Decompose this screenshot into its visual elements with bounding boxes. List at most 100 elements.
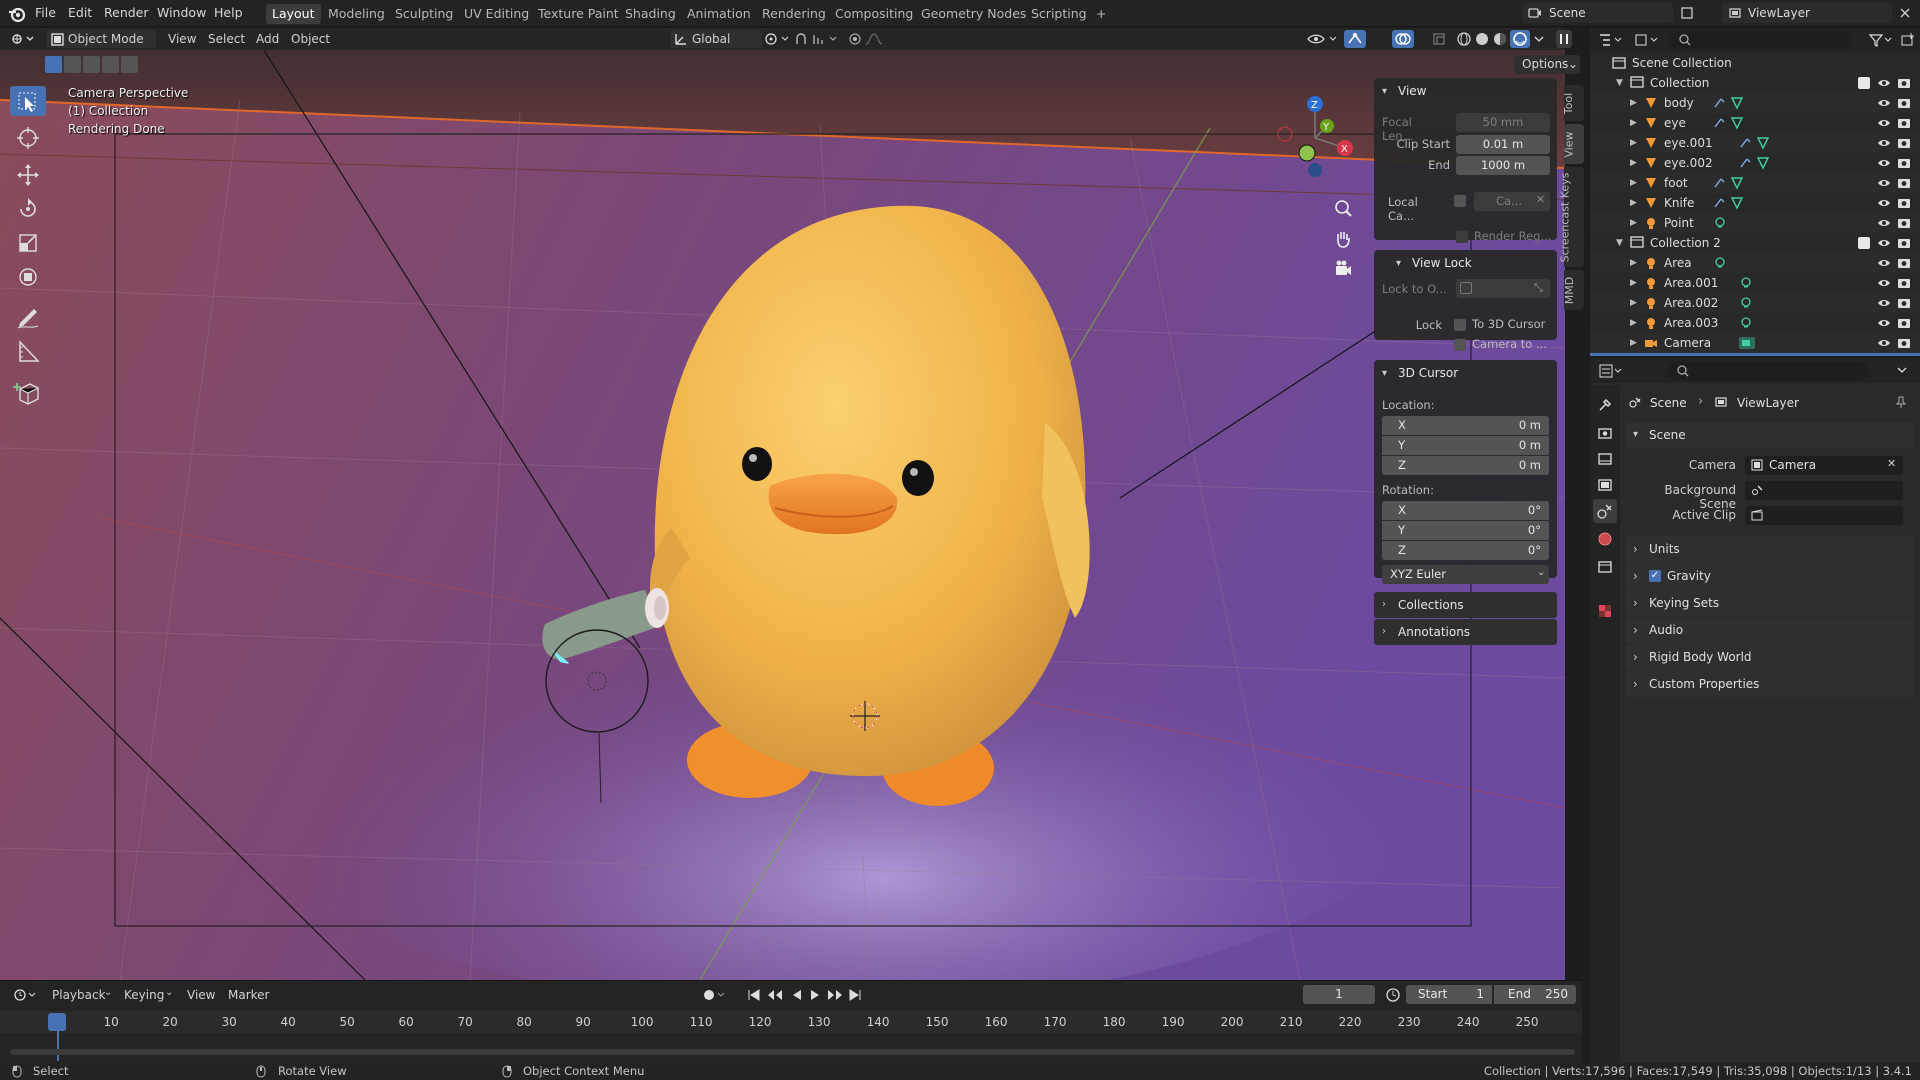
tab-uv-editing[interactable]: UV Editing — [458, 4, 535, 24]
cursor-rotation-z[interactable]: Z 0° — [1382, 541, 1549, 560]
eye-icon[interactable] — [1877, 336, 1891, 350]
eye-icon[interactable] — [1877, 116, 1891, 130]
menu-keying[interactable]: Keying — [124, 988, 164, 1002]
timeline-scrollbar[interactable] — [10, 1049, 1575, 1055]
world-properties-icon[interactable] — [1597, 531, 1613, 547]
tab-scripting[interactable]: Scripting — [1025, 4, 1093, 24]
render-camera-icon[interactable] — [1897, 176, 1911, 190]
eye-icon[interactable] — [1877, 256, 1891, 270]
shading-material-icon[interactable] — [1492, 31, 1508, 47]
subsection-units[interactable]: › Units — [1625, 536, 1915, 562]
jump-end-icon[interactable] — [848, 988, 862, 1002]
scene-selector[interactable]: Scene — [1523, 3, 1673, 23]
shading-wireframe-icon[interactable] — [1456, 31, 1472, 47]
cursor-location-z[interactable]: Z 0 m — [1382, 456, 1549, 475]
eye-icon[interactable] — [1877, 216, 1891, 230]
tab-compositing[interactable]: Compositing — [829, 4, 919, 24]
preview-range-icon[interactable] — [1385, 987, 1401, 1003]
background-scene-field[interactable] — [1745, 481, 1903, 500]
tab-shading[interactable]: Shading — [619, 4, 682, 24]
focal-length-field[interactable]: 50 mm — [1456, 113, 1550, 132]
menu-window[interactable]: Window — [157, 5, 206, 20]
light-data-icon[interactable] — [1738, 276, 1754, 290]
pause-render-button[interactable] — [1556, 30, 1572, 48]
menu-object[interactable]: Object — [291, 32, 330, 46]
scene-properties-tab[interactable] — [1593, 499, 1617, 523]
mesh-data-icon[interactable] — [1712, 196, 1746, 210]
eye-icon[interactable] — [1877, 296, 1891, 310]
play-reverse-icon[interactable] — [790, 988, 804, 1002]
exclude-checkbox[interactable] — [1858, 237, 1870, 249]
mesh-data-icon[interactable] — [1712, 176, 1746, 190]
current-frame-field[interactable]: 1 — [1303, 985, 1375, 1004]
outliner-row-camera[interactable]: ▶ Camera — [1590, 333, 1920, 353]
shading-options-chevron-icon[interactable] — [1534, 33, 1544, 45]
render-camera-icon[interactable] — [1897, 276, 1911, 290]
select-extend-icon[interactable] — [64, 56, 81, 73]
visibility-selectability-icon[interactable] — [1306, 32, 1342, 46]
view-section-header[interactable]: View — [1374, 78, 1557, 104]
eye-icon[interactable] — [1877, 156, 1891, 170]
start-frame-field[interactable]: Start 1 — [1406, 985, 1492, 1004]
menu-select[interactable]: Select — [208, 32, 245, 46]
expand-arrow-right-icon[interactable]: ▶ — [1630, 253, 1637, 273]
expand-arrow-right-icon[interactable]: ▶ — [1630, 313, 1637, 333]
view-layer-selector[interactable]: ViewLayer — [1722, 3, 1892, 23]
texture-properties-icon[interactable] — [1597, 603, 1613, 619]
tab-sculpting[interactable]: Sculpting — [389, 4, 459, 24]
properties-options-chevron-icon[interactable] — [1896, 363, 1908, 377]
pan-view-button[interactable] — [1330, 226, 1356, 252]
rotation-mode-dropdown[interactable]: XYZ Euler — [1382, 565, 1549, 584]
eye-icon[interactable] — [1877, 176, 1891, 190]
expand-arrow-right-icon[interactable]: ▶ — [1630, 113, 1637, 133]
display-mode-icon[interactable] — [1634, 32, 1660, 48]
light-data-icon[interactable] — [1712, 216, 1728, 230]
auto-keying-icon[interactable] — [702, 988, 728, 1002]
outliner-scene-collection-row[interactable]: Scene Collection — [1590, 53, 1920, 73]
clip-start-field[interactable]: 0.01 m — [1456, 135, 1550, 154]
eyedropper-icon[interactable]: ⤡ — [1534, 281, 1543, 295]
camera-data-icon[interactable] — [1738, 336, 1756, 350]
menu-file[interactable]: File — [35, 5, 56, 20]
expand-arrow-down-icon[interactable]: ▼ — [1616, 233, 1623, 253]
measure-tool[interactable] — [10, 336, 46, 366]
clip-end-field[interactable]: 1000 m — [1456, 156, 1550, 175]
tab-screencast-keys[interactable]: Screencast Keys — [1558, 167, 1584, 267]
3d-cursor-header[interactable]: 3D Cursor — [1374, 360, 1557, 386]
transform-tool[interactable] — [10, 262, 46, 292]
proportional-editing-icon[interactable] — [848, 32, 894, 46]
tab-animation[interactable]: Animation — [681, 4, 757, 24]
collections-section-header[interactable]: Collections — [1374, 592, 1557, 618]
render-camera-icon[interactable] — [1897, 236, 1911, 250]
tool-properties-icon[interactable] — [1597, 397, 1613, 413]
collection-properties-icon[interactable] — [1597, 559, 1613, 575]
select-subtract-icon[interactable] — [83, 56, 100, 73]
scene-section-header[interactable]: Scene — [1625, 422, 1915, 448]
rotate-tool[interactable] — [10, 194, 46, 224]
menu-marker[interactable]: Marker — [228, 988, 269, 1002]
navigation-gizmo[interactable]: Z X Y — [1275, 88, 1355, 198]
cursor-tool[interactable] — [10, 123, 46, 153]
jump-start-icon[interactable] — [747, 988, 761, 1002]
lock-to-3d-cursor-checkbox[interactable] — [1454, 319, 1466, 331]
eye-icon[interactable] — [1877, 276, 1891, 290]
subsection-audio[interactable]: › Audio — [1625, 617, 1915, 643]
render-camera-icon[interactable] — [1897, 116, 1911, 130]
new-scene-icon[interactable] — [1680, 6, 1694, 20]
outliner-row-foot[interactable]: ▶ foot — [1590, 173, 1920, 193]
menu-timeline-view[interactable]: View — [187, 988, 215, 1002]
move-tool[interactable] — [10, 160, 46, 190]
3d-viewport[interactable]: Camera Perspective (1) Collection Render… — [0, 28, 1565, 980]
timeline-editor-type-icon[interactable] — [12, 987, 38, 1003]
local-camera-clear-icon[interactable]: ✕ — [1536, 193, 1545, 206]
light-data-icon[interactable] — [1738, 296, 1754, 310]
scene-camera-field[interactable]: Camera — [1745, 456, 1903, 475]
menu-render[interactable]: Render — [104, 5, 149, 20]
tab-texture-paint[interactable]: Texture Paint — [532, 4, 625, 24]
remove-view-layer-icon[interactable] — [1898, 6, 1912, 20]
view-lock-header[interactable]: View Lock — [1374, 250, 1557, 276]
gizmos-toggle[interactable] — [1344, 30, 1366, 48]
light-data-icon[interactable] — [1712, 256, 1728, 270]
blender-logo-icon[interactable] — [8, 5, 26, 23]
mesh-data-icon[interactable] — [1712, 96, 1746, 110]
